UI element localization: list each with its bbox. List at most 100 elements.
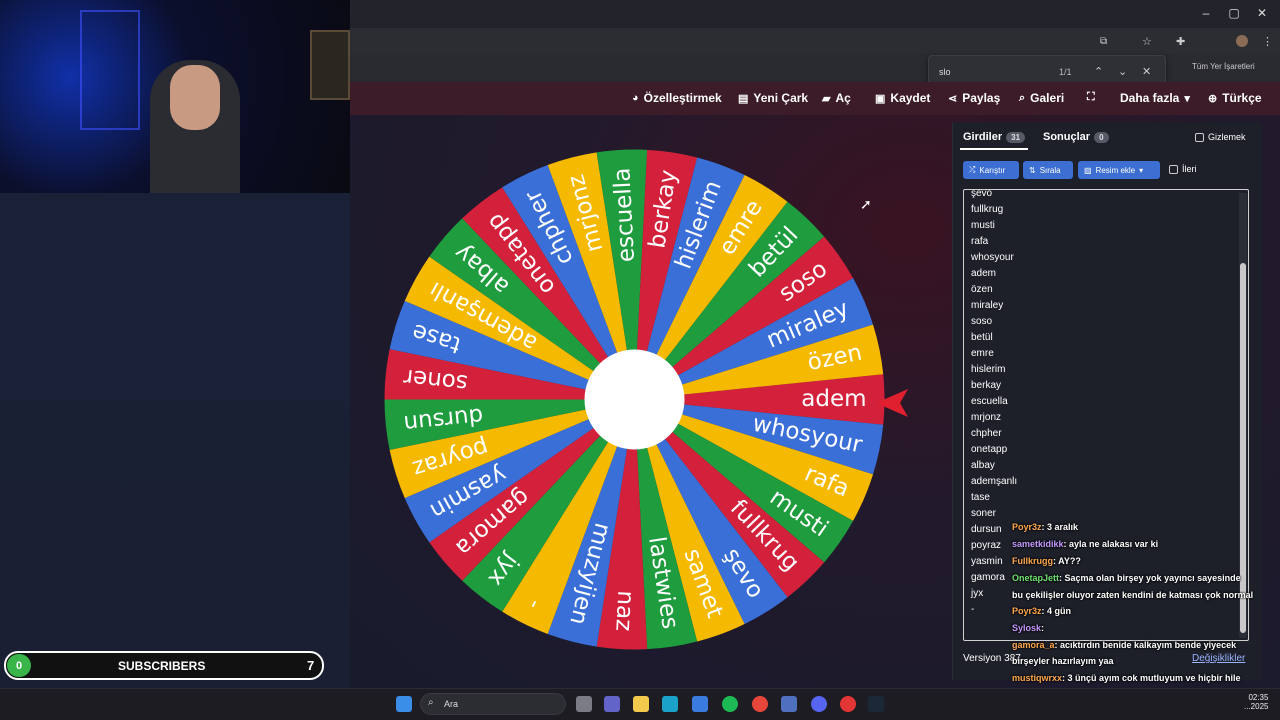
add-image-button[interactable]: ▨ Resim ekle ▾ bbox=[1078, 161, 1160, 179]
extensions-icon[interactable]: ✚ bbox=[1176, 35, 1185, 48]
profile-avatar[interactable] bbox=[1236, 35, 1248, 47]
customize-button[interactable]: ◕ Özelleştirmek bbox=[632, 91, 722, 105]
gallery-button[interactable]: ⌕ Galeri bbox=[1019, 91, 1064, 105]
globe-icon: ⊕ bbox=[1208, 92, 1218, 105]
find-close-icon[interactable]: ✕ bbox=[1142, 65, 1151, 78]
menu-kebab-icon[interactable]: ⋮ bbox=[1262, 35, 1273, 48]
tab-results[interactable]: Sonuçlar 0 bbox=[1043, 131, 1109, 143]
obs-icon[interactable] bbox=[840, 696, 856, 712]
entry-line: jyx bbox=[971, 588, 984, 599]
hide-toggle[interactable]: Gizlemek bbox=[1195, 132, 1246, 142]
find-count: 1/1 bbox=[1059, 67, 1072, 77]
chat-text: : ayla ne alakası var ki bbox=[1063, 539, 1159, 549]
chat-text: birşeyler hazırlayım yaa bbox=[1012, 656, 1114, 666]
more-label: Daha fazla bbox=[1120, 91, 1180, 105]
new-wheel-button[interactable]: ▤ Yeni Çark bbox=[738, 91, 808, 105]
discord-icon[interactable] bbox=[811, 696, 827, 712]
sort-icon: ⇅ bbox=[1029, 165, 1036, 175]
chat-text: : 3 aralık bbox=[1041, 522, 1079, 532]
chat-message: sametkidikk: ayla ne alakası var ki bbox=[1012, 539, 1158, 549]
translate-icon[interactable]: ⧉ bbox=[1100, 36, 1107, 47]
entry-line: emre bbox=[971, 348, 994, 359]
chat-text: : 3 ünçü ayım cok mutluyum ve hiçbir hil… bbox=[1062, 673, 1241, 683]
chat-message: Poyr3z: 4 gün bbox=[1012, 606, 1071, 616]
chat-username: Poyr3z bbox=[1012, 522, 1042, 532]
open-label: Aç bbox=[835, 91, 851, 105]
tab-entries-label: Girdiler bbox=[963, 131, 1003, 143]
share-button[interactable]: ⋖ Paylaş bbox=[948, 91, 1000, 105]
chat-username: Fullkrugg bbox=[1012, 556, 1053, 566]
changes-link[interactable]: Değişiklikler bbox=[1192, 653, 1245, 664]
tab-entries[interactable]: Girdiler 31 bbox=[963, 131, 1026, 143]
open-button[interactable]: ▰ Aç bbox=[822, 91, 851, 105]
find-input[interactable]: slo bbox=[939, 67, 951, 77]
app-icon[interactable] bbox=[781, 696, 797, 712]
entry-line: chpher bbox=[971, 428, 1002, 439]
store-icon[interactable] bbox=[692, 696, 708, 712]
subscriber-goal: 7 bbox=[307, 658, 315, 673]
start-icon[interactable] bbox=[396, 696, 412, 712]
file-icon: ▤ bbox=[738, 92, 749, 105]
hide-label: Gizlemek bbox=[1208, 132, 1246, 142]
chat-username: gamora_a bbox=[1012, 640, 1055, 650]
advanced-toggle[interactable]: İleri bbox=[1169, 164, 1197, 174]
entry-line: albay bbox=[971, 460, 995, 471]
more-button[interactable]: Daha fazla ▾ bbox=[1120, 91, 1190, 105]
wheel-segment-label: naz bbox=[610, 590, 638, 632]
advanced-checkbox[interactable] bbox=[1169, 164, 1178, 174]
wheel-center[interactable] bbox=[584, 349, 685, 450]
chat-message: Fullkrugg: AY?? bbox=[1012, 556, 1081, 566]
taskbar-clock[interactable]: 02:35 ...2025 bbox=[1244, 693, 1268, 711]
taskbar-search[interactable] bbox=[420, 693, 566, 715]
edge-icon[interactable] bbox=[662, 696, 678, 712]
taskbar-search-placeholder: Ara bbox=[444, 699, 459, 709]
bookmark-star-icon[interactable]: ☆ bbox=[1142, 35, 1152, 48]
chat-text: bu çekilişler oluyor zaten kendini de ka… bbox=[1012, 590, 1254, 600]
hide-checkbox[interactable] bbox=[1195, 132, 1204, 142]
entry-line: escuella bbox=[971, 396, 1008, 407]
chat-message: Sylosk: bbox=[1012, 623, 1044, 633]
language-label: Türkçe bbox=[1222, 91, 1262, 105]
spotify-icon[interactable] bbox=[722, 696, 738, 712]
steam-icon[interactable] bbox=[868, 696, 884, 712]
entry-line: miraley bbox=[971, 300, 1004, 311]
shuffle-button[interactable]: ⤮ Karıştır bbox=[963, 161, 1019, 179]
all-bookmarks-link[interactable]: Tüm Yer İşaretleri bbox=[1192, 62, 1255, 71]
chat-username: Sylosk bbox=[1012, 623, 1042, 633]
language-button[interactable]: ⊕ Türkçe bbox=[1208, 91, 1262, 105]
chat-username: Poyr3z bbox=[1012, 606, 1042, 616]
spin-wheel[interactable]: ademwhosyourrafamustifullkrugşevosametla… bbox=[382, 147, 887, 652]
find-prev-icon[interactable]: ⌃ bbox=[1094, 65, 1103, 78]
left-background bbox=[0, 193, 350, 688]
browser-toolbar bbox=[350, 28, 1280, 54]
chat-message: Poyr3z: 3 aralık bbox=[1012, 522, 1078, 532]
entry-line: betül bbox=[971, 332, 993, 343]
results-count-badge: 0 bbox=[1094, 131, 1109, 143]
find-next-icon[interactable]: ⌄ bbox=[1118, 65, 1127, 78]
task-view-icon[interactable] bbox=[576, 696, 592, 712]
minimize-icon[interactable]: – bbox=[1196, 6, 1216, 20]
chat-text: : AY?? bbox=[1053, 556, 1081, 566]
mouse-cursor-icon: ➚ bbox=[860, 196, 872, 212]
file-explorer-icon[interactable] bbox=[633, 696, 649, 712]
teams-icon[interactable] bbox=[604, 696, 620, 712]
close-window-icon[interactable]: ✕ bbox=[1252, 6, 1272, 20]
save-button[interactable]: ▣ Kaydet bbox=[875, 91, 930, 105]
advanced-label: İleri bbox=[1182, 164, 1197, 174]
entry-line: whosyour bbox=[971, 252, 1014, 263]
shuffle-label: Karıştır bbox=[979, 165, 1006, 175]
entry-line: tase bbox=[971, 492, 990, 503]
wall-sign bbox=[310, 30, 350, 100]
maximize-icon[interactable]: ▢ bbox=[1224, 6, 1244, 20]
search-icon: ⌕ bbox=[1019, 91, 1026, 104]
browser-titlebar bbox=[350, 0, 1280, 28]
caret-down-icon: ▾ bbox=[1184, 92, 1190, 105]
clock-time: 02:35 bbox=[1248, 693, 1269, 702]
sort-button[interactable]: ⇅ Sırala bbox=[1023, 161, 1073, 179]
shuffle-icon: ⤮ bbox=[969, 165, 976, 174]
fullscreen-icon: ⛶ bbox=[1087, 91, 1095, 103]
fullscreen-button[interactable]: ⛶ bbox=[1087, 91, 1095, 104]
webcam-overlay bbox=[0, 0, 350, 193]
chrome-icon[interactable] bbox=[752, 696, 768, 712]
save-label: Kaydet bbox=[890, 91, 931, 105]
